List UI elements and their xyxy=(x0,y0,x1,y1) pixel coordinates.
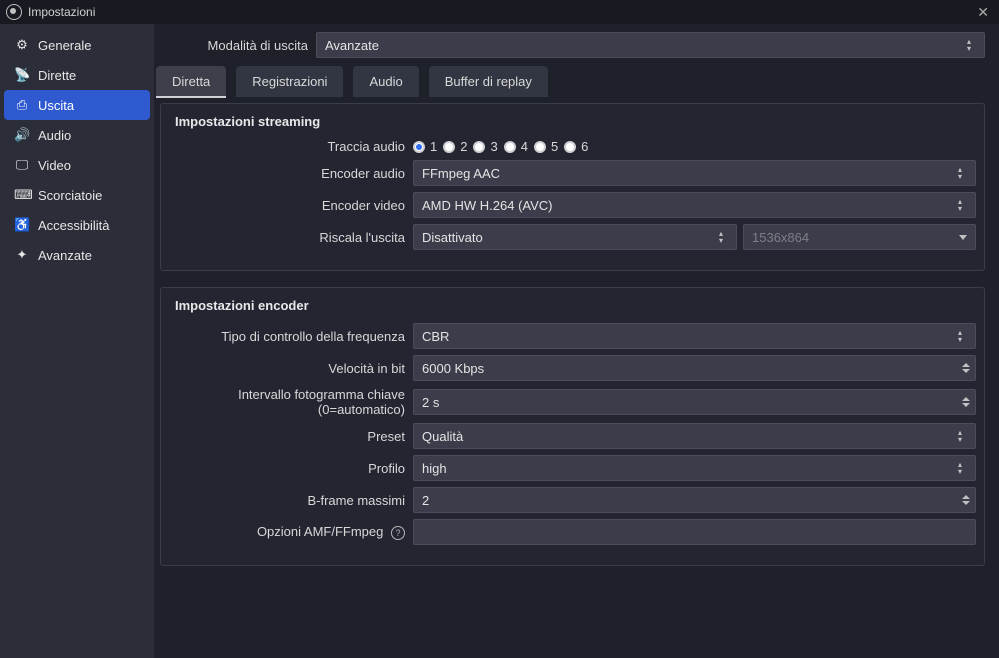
content-pane: Modalità di uscita Avanzate ▴▾ Diretta R… xyxy=(154,24,999,658)
rescale-output-select[interactable]: Disattivato ▴▾ xyxy=(413,224,737,250)
audio-track-2-radio[interactable]: 2 xyxy=(443,139,467,154)
titlebar: Impostazioni ✕ xyxy=(0,0,999,24)
sidebar-item-stream[interactable]: 📡 Dirette xyxy=(4,60,150,90)
output-mode-select[interactable]: Avanzate ▴▾ xyxy=(316,32,985,58)
chevron-updown-icon: ▴▾ xyxy=(953,166,967,180)
streaming-settings-section: Impostazioni streaming Traccia audio 1 2… xyxy=(160,103,985,271)
sidebar-item-hotkeys[interactable]: ⌨ Scorciatoie xyxy=(4,180,150,210)
bframes-input[interactable]: 2 xyxy=(413,487,976,513)
audio-track-5-radio[interactable]: 5 xyxy=(534,139,558,154)
streaming-section-title: Impostazioni streaming xyxy=(175,114,976,129)
tab-audio[interactable]: Audio xyxy=(353,66,418,97)
sidebar-item-label: Video xyxy=(38,158,71,173)
encoder-section-title: Impostazioni encoder xyxy=(175,298,976,313)
audio-track-6-radio[interactable]: 6 xyxy=(564,139,588,154)
tools-icon: ✦ xyxy=(14,247,30,263)
gear-icon: ⚙ xyxy=(14,37,30,53)
accessibility-icon: ♿ xyxy=(14,217,30,233)
sidebar-item-label: Scorciatoie xyxy=(38,188,102,203)
rescale-resolution-select[interactable]: 1536x864 xyxy=(743,224,976,250)
profile-select[interactable]: high ▴▾ xyxy=(413,455,976,481)
amf-options-label: Opzioni AMF/FFmpeg ? xyxy=(169,524,405,540)
audio-track-3-radio[interactable]: 3 xyxy=(473,139,497,154)
chevron-updown-icon: ▴▾ xyxy=(953,198,967,212)
close-icon[interactable]: ✕ xyxy=(973,4,993,21)
encoder-video-select[interactable]: AMD HW H.264 (AVC) ▴▾ xyxy=(413,192,976,218)
sidebar-item-audio[interactable]: 🔊 Audio xyxy=(4,120,150,150)
broadcast-icon: 📡 xyxy=(14,67,30,83)
sidebar-item-video[interactable]: 🖵 Video xyxy=(4,150,150,180)
app-logo-icon xyxy=(6,4,22,20)
chevron-down-icon xyxy=(959,235,967,240)
chevron-updown-icon: ▴▾ xyxy=(953,329,967,343)
sidebar-item-label: Uscita xyxy=(38,98,74,113)
keyframe-interval-label: Intervallo fotogramma chiave (0=automati… xyxy=(169,387,405,417)
sidebar-item-label: Dirette xyxy=(38,68,76,83)
keyframe-interval-input[interactable]: 2 s xyxy=(413,389,976,415)
sidebar-item-output[interactable]: ⎙ Uscita xyxy=(4,90,150,120)
spinner-arrows[interactable] xyxy=(959,390,973,414)
spinner-arrows[interactable] xyxy=(959,356,973,380)
keyboard-icon: ⌨ xyxy=(14,187,30,203)
tab-recording[interactable]: Registrazioni xyxy=(236,66,343,97)
spinner-arrows[interactable] xyxy=(959,488,973,512)
encoder-video-label: Encoder video xyxy=(169,198,405,213)
output-tabs: Diretta Registrazioni Audio Buffer di re… xyxy=(154,66,999,97)
preset-label: Preset xyxy=(169,429,405,444)
sidebar-item-label: Audio xyxy=(38,128,71,143)
monitor-icon: 🖵 xyxy=(14,157,30,173)
rescale-output-label: Riscala l'uscita xyxy=(169,230,405,245)
encoder-settings-section: Impostazioni encoder Tipo di controllo d… xyxy=(160,287,985,566)
encoder-audio-select[interactable]: FFmpeg AAC ▴▾ xyxy=(413,160,976,186)
speaker-icon: 🔊 xyxy=(14,127,30,143)
tab-replay-buffer[interactable]: Buffer di replay xyxy=(429,66,548,97)
output-mode-value: Avanzate xyxy=(325,38,956,53)
tab-stream[interactable]: Diretta xyxy=(156,66,226,97)
help-icon[interactable]: ? xyxy=(391,526,405,540)
bitrate-label: Velocità in bit xyxy=(169,361,405,376)
output-mode-label: Modalità di uscita xyxy=(168,38,308,53)
chevron-updown-icon: ▴▾ xyxy=(953,461,967,475)
window-title: Impostazioni xyxy=(28,5,973,19)
sidebar-item-label: Avanzate xyxy=(38,248,92,263)
encoder-audio-label: Encoder audio xyxy=(169,166,405,181)
settings-sidebar: ⚙ Generale 📡 Dirette ⎙ Uscita 🔊 Audio 🖵 … xyxy=(0,24,154,658)
chevron-updown-icon: ▴▾ xyxy=(953,429,967,443)
audio-track-radio-group: 1 2 3 4 5 6 xyxy=(413,139,976,154)
audio-track-4-radio[interactable]: 4 xyxy=(504,139,528,154)
rate-control-label: Tipo di controllo della frequenza xyxy=(169,329,405,344)
rate-control-select[interactable]: CBR ▴▾ xyxy=(413,323,976,349)
sidebar-item-label: Generale xyxy=(38,38,91,53)
output-icon: ⎙ xyxy=(14,97,30,113)
preset-select[interactable]: Qualità ▴▾ xyxy=(413,423,976,449)
sidebar-item-label: Accessibilità xyxy=(38,218,110,233)
sidebar-item-general[interactable]: ⚙ Generale xyxy=(4,30,150,60)
bframes-label: B-frame massimi xyxy=(169,493,405,508)
chevron-updown-icon: ▴▾ xyxy=(962,38,976,52)
sidebar-item-accessibility[interactable]: ♿ Accessibilità xyxy=(4,210,150,240)
bitrate-input[interactable]: 6000 Kbps xyxy=(413,355,976,381)
chevron-updown-icon: ▴▾ xyxy=(714,230,728,244)
audio-track-1-radio[interactable]: 1 xyxy=(413,139,437,154)
sidebar-item-advanced[interactable]: ✦ Avanzate xyxy=(4,240,150,270)
profile-label: Profilo xyxy=(169,461,405,476)
amf-options-input[interactable] xyxy=(413,519,976,545)
audio-track-label: Traccia audio xyxy=(169,139,405,154)
